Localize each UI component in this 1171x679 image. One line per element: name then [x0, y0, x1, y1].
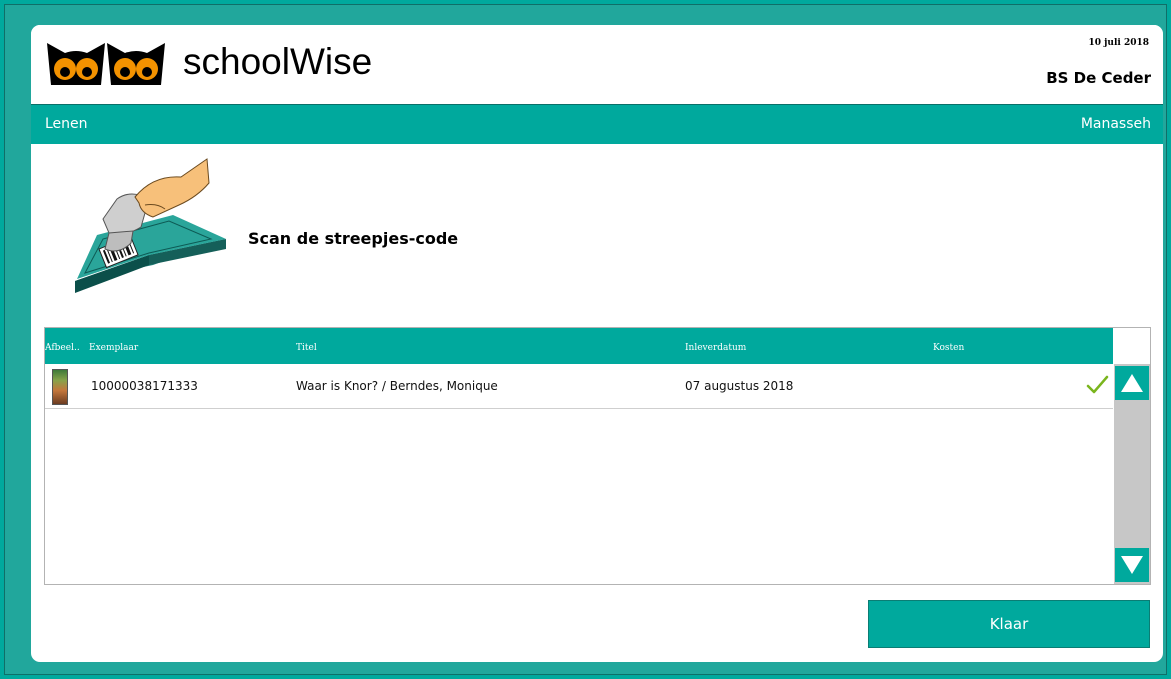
- loan-table: Afbeel.. Exemplaar Titel Inleverdatum Ko…: [44, 327, 1151, 585]
- inleverdatum-cell: 07 augustus 2018: [685, 379, 794, 393]
- table-row[interactable]: 10000038171333 Waar is Knor? / Berndes, …: [45, 364, 1113, 409]
- column-header-kosten[interactable]: Kosten: [933, 343, 964, 353]
- owl-logo-icon: [47, 43, 165, 85]
- section-title: Lenen: [45, 116, 88, 132]
- school-name: BS De Ceder: [1046, 69, 1151, 87]
- main-panel: schoolWise 10 juli 2018 BS De Ceder Lene…: [31, 25, 1163, 662]
- titel-cell: Waar is Knor? / Berndes, Monique: [296, 379, 498, 393]
- header: schoolWise 10 juli 2018 BS De Ceder: [31, 25, 1163, 104]
- user-name: Manasseh: [1080, 116, 1151, 132]
- scan-instruction: Scan de streepjes-code: [248, 229, 459, 248]
- column-header-inleverdatum[interactable]: Inleverdatum: [685, 343, 746, 353]
- column-header-titel[interactable]: Titel: [296, 343, 317, 353]
- exemplaar-cell: 10000038171333: [91, 379, 198, 393]
- nav-bar: Lenen Manasseh: [31, 104, 1163, 144]
- check-icon: [1086, 375, 1109, 394]
- app-window: schoolWise 10 juli 2018 BS De Ceder Lene…: [4, 4, 1167, 675]
- column-header-exemplaar[interactable]: Exemplaar: [89, 343, 138, 353]
- barcode-scanner-icon: [75, 158, 226, 293]
- column-header-image[interactable]: Afbeel..: [45, 343, 80, 353]
- scroll-down-button[interactable]: [1115, 548, 1149, 582]
- done-button[interactable]: Klaar: [868, 600, 1150, 648]
- brand-name: schoolWise: [183, 41, 373, 82]
- triangle-up-icon: [1121, 374, 1143, 392]
- triangle-down-icon: [1121, 556, 1143, 574]
- book-cover-thumbnail: [52, 369, 68, 405]
- table-header: Afbeel.. Exemplaar Titel Inleverdatum Ko…: [45, 328, 1113, 364]
- current-date: 10 juli 2018: [1088, 38, 1149, 48]
- scrollbar[interactable]: [1114, 364, 1150, 584]
- scroll-up-button[interactable]: [1115, 366, 1149, 400]
